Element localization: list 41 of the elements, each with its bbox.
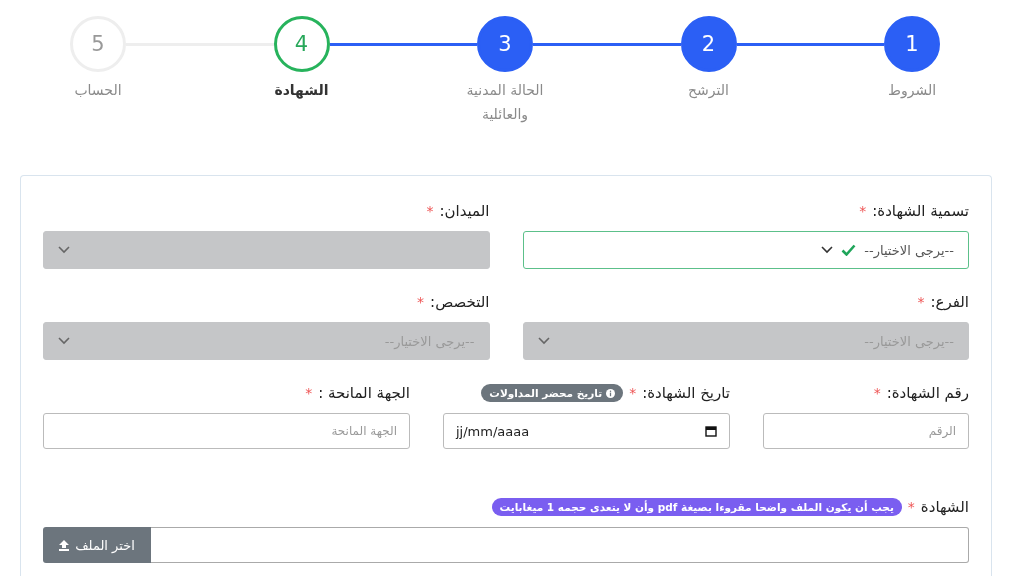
field-label: الميدان: (439, 202, 490, 220)
upload-icon (59, 539, 70, 551)
field-label: الفرع: (930, 293, 969, 311)
step-label: الترشح (687, 81, 730, 101)
step-circle[interactable]: 5 (70, 16, 126, 72)
file-field[interactable] (151, 527, 969, 563)
required-asterisk: * (917, 294, 925, 310)
select-field[interactable]: --يرجى الاختيار-- (522, 231, 969, 269)
info-badge: تاريخ محضر المداولات (481, 384, 624, 402)
field-label: الشهادة (920, 498, 969, 516)
required-asterisk: * (859, 203, 867, 219)
chevron-down-icon (58, 337, 70, 345)
step-circle[interactable]: 4 (273, 16, 330, 72)
hint-badge: يجب أن يكون الملف واضحا مقروءا بصيغة pdf وأن لا يتعدى حجمه 1 ميغابايت (491, 498, 902, 516)
chevron-down-icon (537, 337, 550, 345)
field-label: تاريخ الشهادة: (642, 384, 730, 402)
step-label: الحساب (73, 81, 123, 100)
step-circle[interactable]: 2 (680, 16, 737, 72)
required-asterisk: * (426, 203, 434, 219)
check-icon (841, 244, 857, 256)
field-label: رقم الشهادة: (886, 384, 969, 402)
step-circle[interactable]: 3 (477, 16, 533, 72)
step-label: الشروط (886, 81, 938, 101)
step-label: الشهادة (273, 81, 330, 101)
required-asterisk: * (417, 294, 425, 310)
required-asterisk: * (305, 385, 313, 401)
calendar-icon (705, 425, 717, 437)
chevron-down-icon (821, 246, 834, 254)
text-field[interactable]: الرقم (763, 413, 969, 449)
choose-file-button[interactable]: اختر الملف (43, 527, 151, 563)
chevron-down-icon (58, 246, 70, 254)
required-asterisk: * (873, 385, 881, 401)
required-asterisk: * (629, 385, 637, 401)
field-label: التخصص: (430, 293, 490, 311)
field-label: تسمية الشهادة: (872, 202, 969, 220)
step-circle[interactable]: 1 (884, 16, 940, 72)
date-field[interactable]: jj/mm/aaaa (443, 413, 730, 449)
step-label: الحالة المدنية والعائلية (465, 81, 545, 125)
field-label: الجهة المانحة : (318, 384, 410, 402)
required-asterisk: * (907, 499, 915, 515)
text-field[interactable]: الجهة المانحة (43, 413, 410, 449)
